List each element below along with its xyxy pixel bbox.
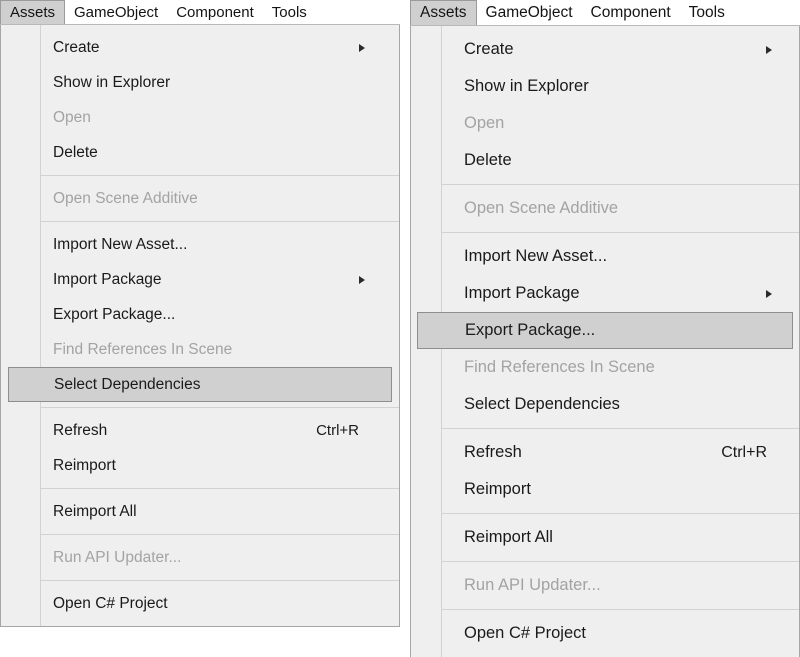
menu-item-find-references-in-scene: Find References In Scene <box>1 332 399 367</box>
menu-item-run-api-updater: Run API Updater... <box>1 540 399 575</box>
submenu-arrow-icon <box>359 275 365 284</box>
menu-item-import-package[interactable]: Import Package <box>411 275 799 312</box>
menu-separator <box>441 428 799 429</box>
menu-item-label: Select Dependencies <box>54 375 201 393</box>
menu-item-label: Open <box>53 108 91 126</box>
menu-item-label: Reimport <box>464 480 531 498</box>
submenu-arrow-icon <box>766 289 772 298</box>
submenu-arrow-icon <box>766 45 772 54</box>
menu-item-create[interactable]: Create <box>411 31 799 68</box>
menu-item-delete[interactable]: Delete <box>411 142 799 179</box>
menu-item-label: Find References In Scene <box>53 340 233 358</box>
menu-item-label: Reimport All <box>53 502 137 520</box>
menu-item-delete[interactable]: Delete <box>1 135 399 170</box>
menu-item-select-dependencies[interactable]: Select Dependencies <box>8 367 392 402</box>
menu-item-label: Run API Updater... <box>464 576 601 594</box>
menu-separator <box>441 609 799 610</box>
menu-separator <box>441 561 799 562</box>
menu-item-label: Open C# Project <box>464 624 586 642</box>
menu-item-reimport-all[interactable]: Reimport All <box>411 519 799 556</box>
menu-item-label: Import Package <box>53 270 162 288</box>
menu-item-import-package[interactable]: Import Package <box>1 262 399 297</box>
menubar-item-tools[interactable]: Tools <box>263 0 316 24</box>
menu-item-open-c-project[interactable]: Open C# Project <box>411 615 799 652</box>
menubar-item-assets[interactable]: Assets <box>0 0 66 24</box>
menu-item-label: Create <box>464 40 514 58</box>
menu-bar-left: Assets GameObject Component Tools <box>0 0 400 25</box>
menu-item-reimport[interactable]: Reimport <box>1 448 399 483</box>
menu-item-label: Open Scene Additive <box>53 189 198 207</box>
submenu-arrow-icon <box>359 43 365 52</box>
menu-item-open-scene-additive: Open Scene Additive <box>1 181 399 216</box>
menu-items-container-left: Create Show in Explorer Open Delete Open Sce… <box>1 25 399 626</box>
menu-items-container-right: Create Show in Explorer Open Delete Open Sce… <box>411 26 799 657</box>
menubar-item-tools[interactable]: Tools <box>680 0 734 25</box>
menu-item-find-references-in-scene: Find References In Scene <box>411 349 799 386</box>
menu-item-reimport[interactable]: Reimport <box>411 471 799 508</box>
menu-separator <box>40 534 399 535</box>
menubar-item-assets[interactable]: Assets <box>410 0 477 25</box>
assets-menu-panel-right: Assets GameObject Component Tools Create… <box>410 0 800 657</box>
menu-item-label: Open C# Project <box>53 594 168 612</box>
menu-item-label: Import Package <box>464 284 580 302</box>
menu-item-label: Export Package... <box>53 305 176 323</box>
assets-dropdown-left: Create Show in Explorer Open Delete Open Sce… <box>0 25 400 627</box>
menu-item-label: Export Package... <box>465 321 596 339</box>
menu-item-export-package[interactable]: Export Package... <box>417 312 793 349</box>
menu-separator <box>441 184 799 185</box>
menu-item-label: Create <box>53 38 100 56</box>
screenshot-stage: Assets GameObject Component Tools Create… <box>0 0 800 657</box>
menu-item-import-new-asset[interactable]: Import New Asset... <box>411 238 799 275</box>
menu-item-export-package[interactable]: Export Package... <box>1 297 399 332</box>
menu-item-label: Refresh <box>464 443 522 461</box>
menu-item-shortcut: Ctrl+R <box>316 422 359 439</box>
menu-item-open: Open <box>411 105 799 142</box>
menu-item-label: Reimport All <box>464 528 553 546</box>
menu-item-create[interactable]: Create <box>1 30 399 65</box>
assets-menu-panel-left: Assets GameObject Component Tools Create… <box>0 0 400 627</box>
menu-item-open-c-project[interactable]: Open C# Project <box>1 586 399 621</box>
menu-item-run-api-updater: Run API Updater... <box>411 567 799 604</box>
menubar-item-component[interactable]: Component <box>582 0 680 25</box>
menu-item-refresh[interactable]: Refresh Ctrl+R <box>411 434 799 471</box>
menu-separator <box>40 175 399 176</box>
menu-item-show-in-explorer[interactable]: Show in Explorer <box>1 65 399 100</box>
menu-item-label: Delete <box>53 143 98 161</box>
assets-dropdown-right: Create Show in Explorer Open Delete Open Sce… <box>410 26 800 657</box>
menu-group-spacer <box>1 621 399 626</box>
menu-item-label: Import New Asset... <box>53 235 188 253</box>
menubar-item-component[interactable]: Component <box>167 0 263 24</box>
menu-item-label: Find References In Scene <box>464 358 655 376</box>
menu-item-label: Show in Explorer <box>464 77 589 95</box>
menu-item-label: Show in Explorer <box>53 73 171 91</box>
menu-item-label: Reimport <box>53 456 116 474</box>
menu-item-label: Select Dependencies <box>464 395 620 413</box>
menu-item-select-dependencies[interactable]: Select Dependencies <box>411 386 799 423</box>
menu-separator <box>441 513 799 514</box>
menu-separator <box>40 580 399 581</box>
menubar-item-gameobject[interactable]: GameObject <box>65 0 167 24</box>
menu-item-label: Refresh <box>53 421 108 439</box>
menubar-item-gameobject[interactable]: GameObject <box>477 0 582 25</box>
menu-item-shortcut: Ctrl+R <box>721 443 767 461</box>
menu-item-open: Open <box>1 100 399 135</box>
menu-separator <box>40 407 399 408</box>
menu-item-open-scene-additive: Open Scene Additive <box>411 190 799 227</box>
menu-bar-right: Assets GameObject Component Tools <box>410 0 800 26</box>
menu-item-label: Open <box>464 114 505 132</box>
menu-item-label: Import New Asset... <box>464 247 608 265</box>
menu-group-spacer <box>411 652 799 657</box>
menu-item-show-in-explorer[interactable]: Show in Explorer <box>411 68 799 105</box>
menu-item-reimport-all[interactable]: Reimport All <box>1 494 399 529</box>
menu-separator <box>441 232 799 233</box>
menu-item-label: Open Scene Additive <box>464 199 619 217</box>
menu-item-refresh[interactable]: Refresh Ctrl+R <box>1 413 399 448</box>
menu-separator <box>40 488 399 489</box>
menu-item-import-new-asset[interactable]: Import New Asset... <box>1 227 399 262</box>
menu-item-label: Delete <box>464 151 512 169</box>
menu-separator <box>40 221 399 222</box>
